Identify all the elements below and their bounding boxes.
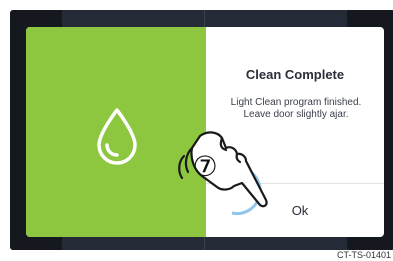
water-drop-icon	[97, 108, 137, 165]
dialog-content: Clean Complete Light Clean program finis…	[206, 27, 384, 237]
dialog-message: Light Clean program finished. Leave door…	[230, 97, 362, 120]
dialog-icon-panel	[26, 27, 206, 237]
figure-id: CT-TS-01401	[336, 250, 391, 260]
dialog-title: Clean Complete	[245, 67, 345, 82]
ok-button[interactable]: Ok	[206, 184, 384, 237]
clean-complete-dialog: Clean Complete Light Clean program finis…	[26, 27, 384, 237]
